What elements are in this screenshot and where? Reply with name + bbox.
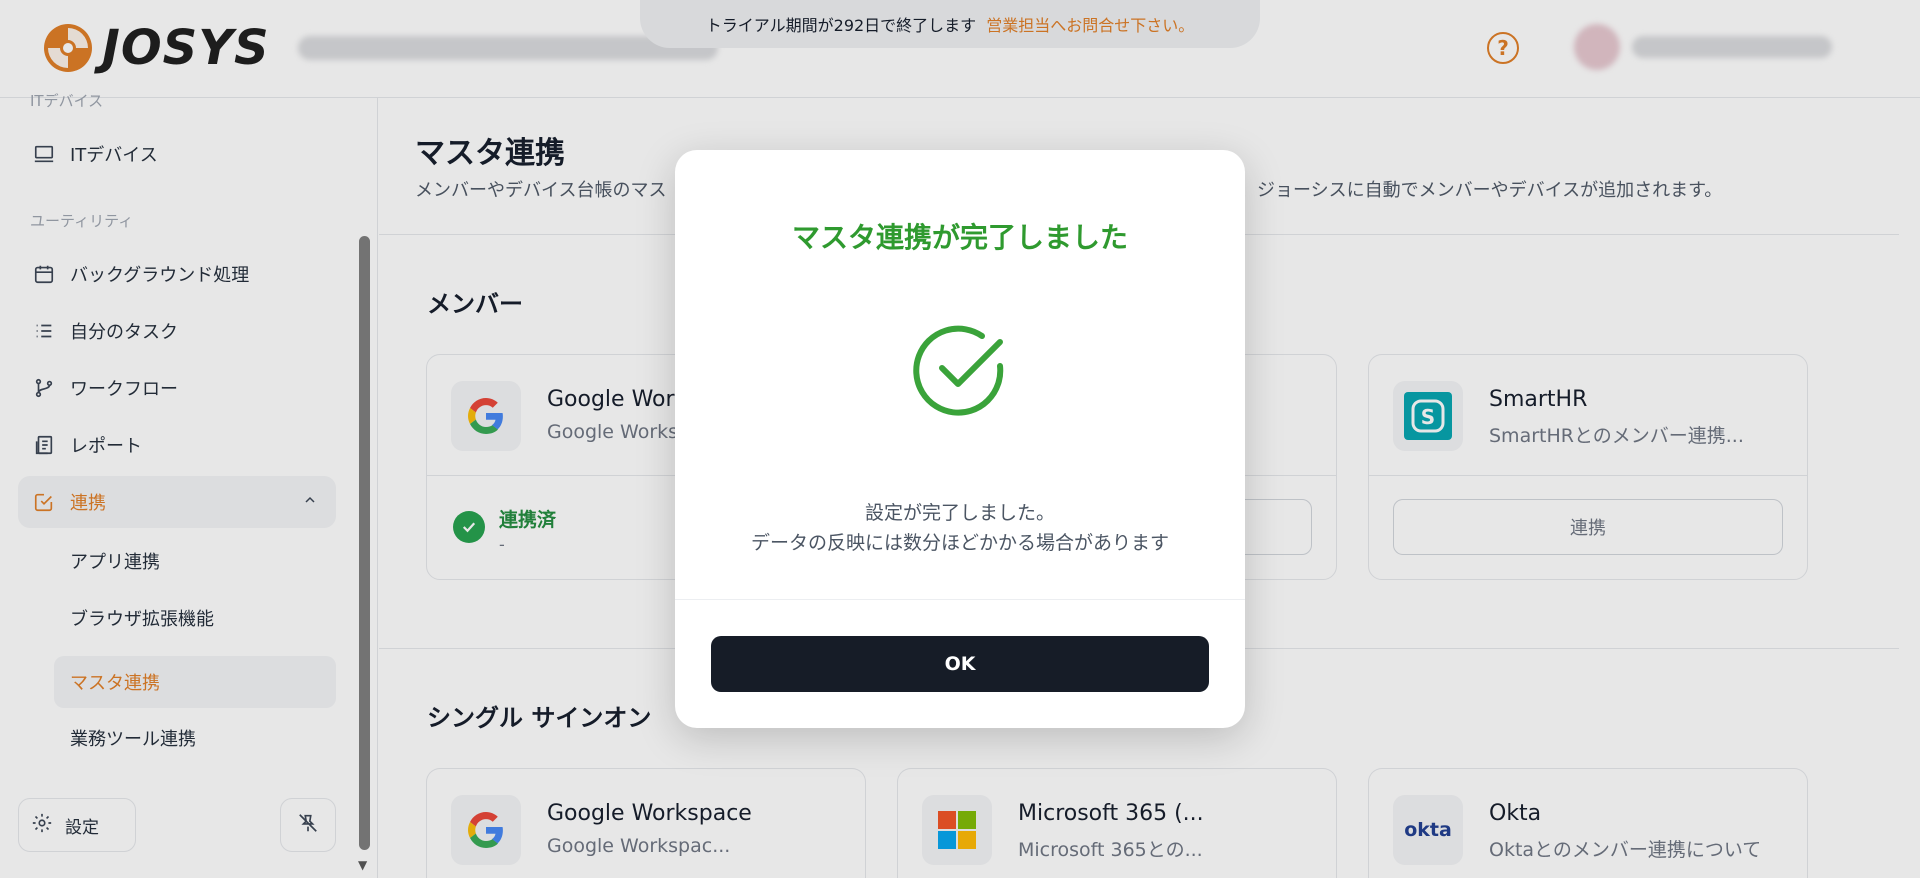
dialog-title: マスタ連携が完了しました bbox=[791, 221, 1128, 254]
dialog-message-line1: 設定が完了しました。 bbox=[864, 502, 1055, 524]
completion-dialog: マスタ連携が完了しました 設定が完了しました。 データの反映には数分ほどかかる場… bbox=[675, 150, 1245, 728]
success-check-icon bbox=[913, 325, 1004, 416]
dialog-message-line2: データの反映には数分ほどかかる場合があります bbox=[750, 532, 1169, 554]
dialog-divider bbox=[675, 599, 1245, 600]
dialog-message: 設定が完了しました。 データの反映には数分ほどかかる場合があります bbox=[675, 498, 1245, 558]
ok-button[interactable]: OK bbox=[711, 636, 1209, 692]
